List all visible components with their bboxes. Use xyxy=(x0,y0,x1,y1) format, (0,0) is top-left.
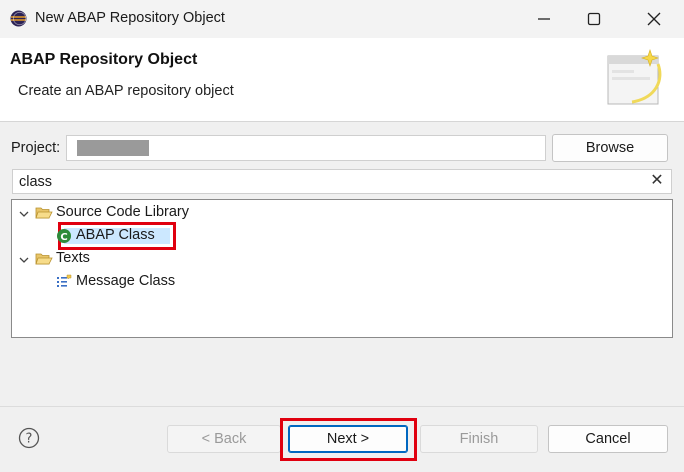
folder-open-icon xyxy=(35,253,53,265)
page-title: ABAP Repository Object xyxy=(10,51,198,68)
page-description: Create an ABAP repository object xyxy=(18,83,234,99)
wizard-header: ABAP Repository Object Create an ABAP re… xyxy=(0,38,684,122)
tree-node-label: ABAP Class xyxy=(76,227,155,243)
filter-input[interactable]: class ✕ xyxy=(12,169,672,194)
abap-class-icon: C xyxy=(57,229,71,243)
folder-open-icon xyxy=(35,207,53,219)
project-label: Project: xyxy=(11,140,61,156)
cancel-button[interactable]: Cancel xyxy=(548,425,668,453)
message-class-icon xyxy=(57,274,72,287)
tree-node-label: Texts xyxy=(56,250,90,266)
window-title: New ABAP Repository Object xyxy=(35,10,225,26)
finish-button[interactable]: Finish xyxy=(420,425,538,453)
chevron-down-icon[interactable] xyxy=(17,207,31,221)
clear-icon[interactable]: ✕ xyxy=(647,171,667,191)
eclipse-app-icon xyxy=(10,10,27,27)
tree-node-texts[interactable]: Texts xyxy=(12,248,212,270)
close-icon[interactable] xyxy=(642,8,666,30)
wizard-banner-icon xyxy=(607,49,662,105)
browse-button[interactable]: Browse xyxy=(552,134,668,162)
help-icon[interactable]: ? xyxy=(18,427,40,449)
svg-text:?: ? xyxy=(26,432,33,447)
minimize-icon[interactable] xyxy=(532,8,556,30)
tree-node-abap-class[interactable]: C ABAP Class xyxy=(56,225,176,247)
maximize-icon[interactable] xyxy=(582,8,606,30)
title-bar: New ABAP Repository Object xyxy=(0,0,684,38)
tree-node-message-class[interactable]: Message Class xyxy=(56,271,216,293)
redacted-project-name xyxy=(77,140,149,156)
footer-divider xyxy=(0,406,684,407)
back-button[interactable]: < Back xyxy=(167,425,281,453)
chevron-down-icon[interactable] xyxy=(17,253,31,267)
tree-node-label: Source Code Library xyxy=(56,204,189,220)
svg-text:C: C xyxy=(60,232,67,243)
project-field[interactable] xyxy=(66,135,546,161)
next-button[interactable]: Next > xyxy=(288,425,408,453)
tree-node-label: Message Class xyxy=(76,273,176,289)
tree-node-source-code-library[interactable]: Source Code Library xyxy=(12,202,312,224)
object-type-tree[interactable]: Source Code Library C ABAP Class Texts M… xyxy=(11,199,673,338)
filter-text: class xyxy=(19,174,53,190)
